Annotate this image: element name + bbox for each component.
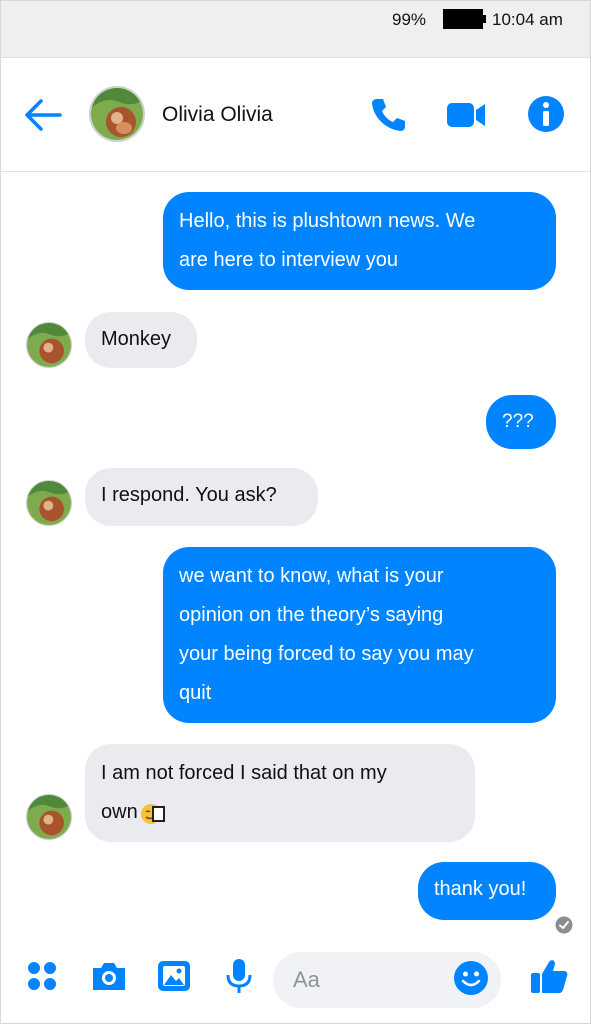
conversation-header: Olivia Olivia [0,58,591,172]
message-line: opinion on the theory’s saying [179,604,444,626]
thumbs-up-icon[interactable] [529,956,569,996]
status-bar: 99% 10:04 am [0,0,591,58]
message-line: are here to interview you [179,249,399,271]
sent-check-icon [555,916,573,934]
outgoing-message[interactable]: ??? [486,395,556,449]
emoji-icon [140,801,166,825]
contact-avatar-small[interactable] [26,794,72,840]
message-line: I respond. You ask? [101,484,277,506]
incoming-message[interactable]: I respond. You ask? [85,468,318,526]
outgoing-message[interactable]: we want to know, what is your opinion on… [163,547,556,723]
video-call-icon[interactable] [445,94,485,134]
contact-name[interactable]: Olivia Olivia [162,103,273,127]
back-arrow-icon[interactable] [22,96,64,134]
gallery-image-icon[interactable] [154,956,194,996]
status-time: 10:04 am [492,10,563,29]
message-line: I am not forced I said that on my [101,762,387,784]
message-line: quit [179,682,212,704]
message-line: Hello, this is plushtown news. We [179,210,476,232]
contact-avatar-small[interactable] [26,322,72,368]
message-line: ??? [502,411,534,432]
message-line: your being forced to say you may [179,643,474,665]
contact-avatar-small[interactable] [26,480,72,526]
message-line: own [101,801,138,823]
emoji-smiley-icon[interactable] [453,960,489,996]
battery-percent: 99% [392,10,427,29]
message-line: we want to know, what is your [179,565,444,587]
apps-grid-icon[interactable] [24,956,64,996]
message-line: Monkey [101,328,172,350]
incoming-message[interactable]: Monkey [85,312,197,368]
phone-call-icon[interactable] [368,94,408,134]
outgoing-message[interactable]: thank you! [418,862,556,920]
incoming-message[interactable]: I am not forced I said that on my own [85,744,475,842]
microphone-icon[interactable] [219,956,259,996]
message-composer [0,938,591,1024]
message-list[interactable]: Hello, this is plushtown news. We are he… [0,172,591,934]
battery-icon [443,9,486,29]
message-line: thank you! [434,878,527,900]
outgoing-message[interactable]: Hello, this is plushtown news. We are he… [163,192,556,290]
contact-avatar[interactable] [89,86,145,142]
camera-icon[interactable] [89,956,129,996]
info-icon[interactable] [526,94,566,134]
